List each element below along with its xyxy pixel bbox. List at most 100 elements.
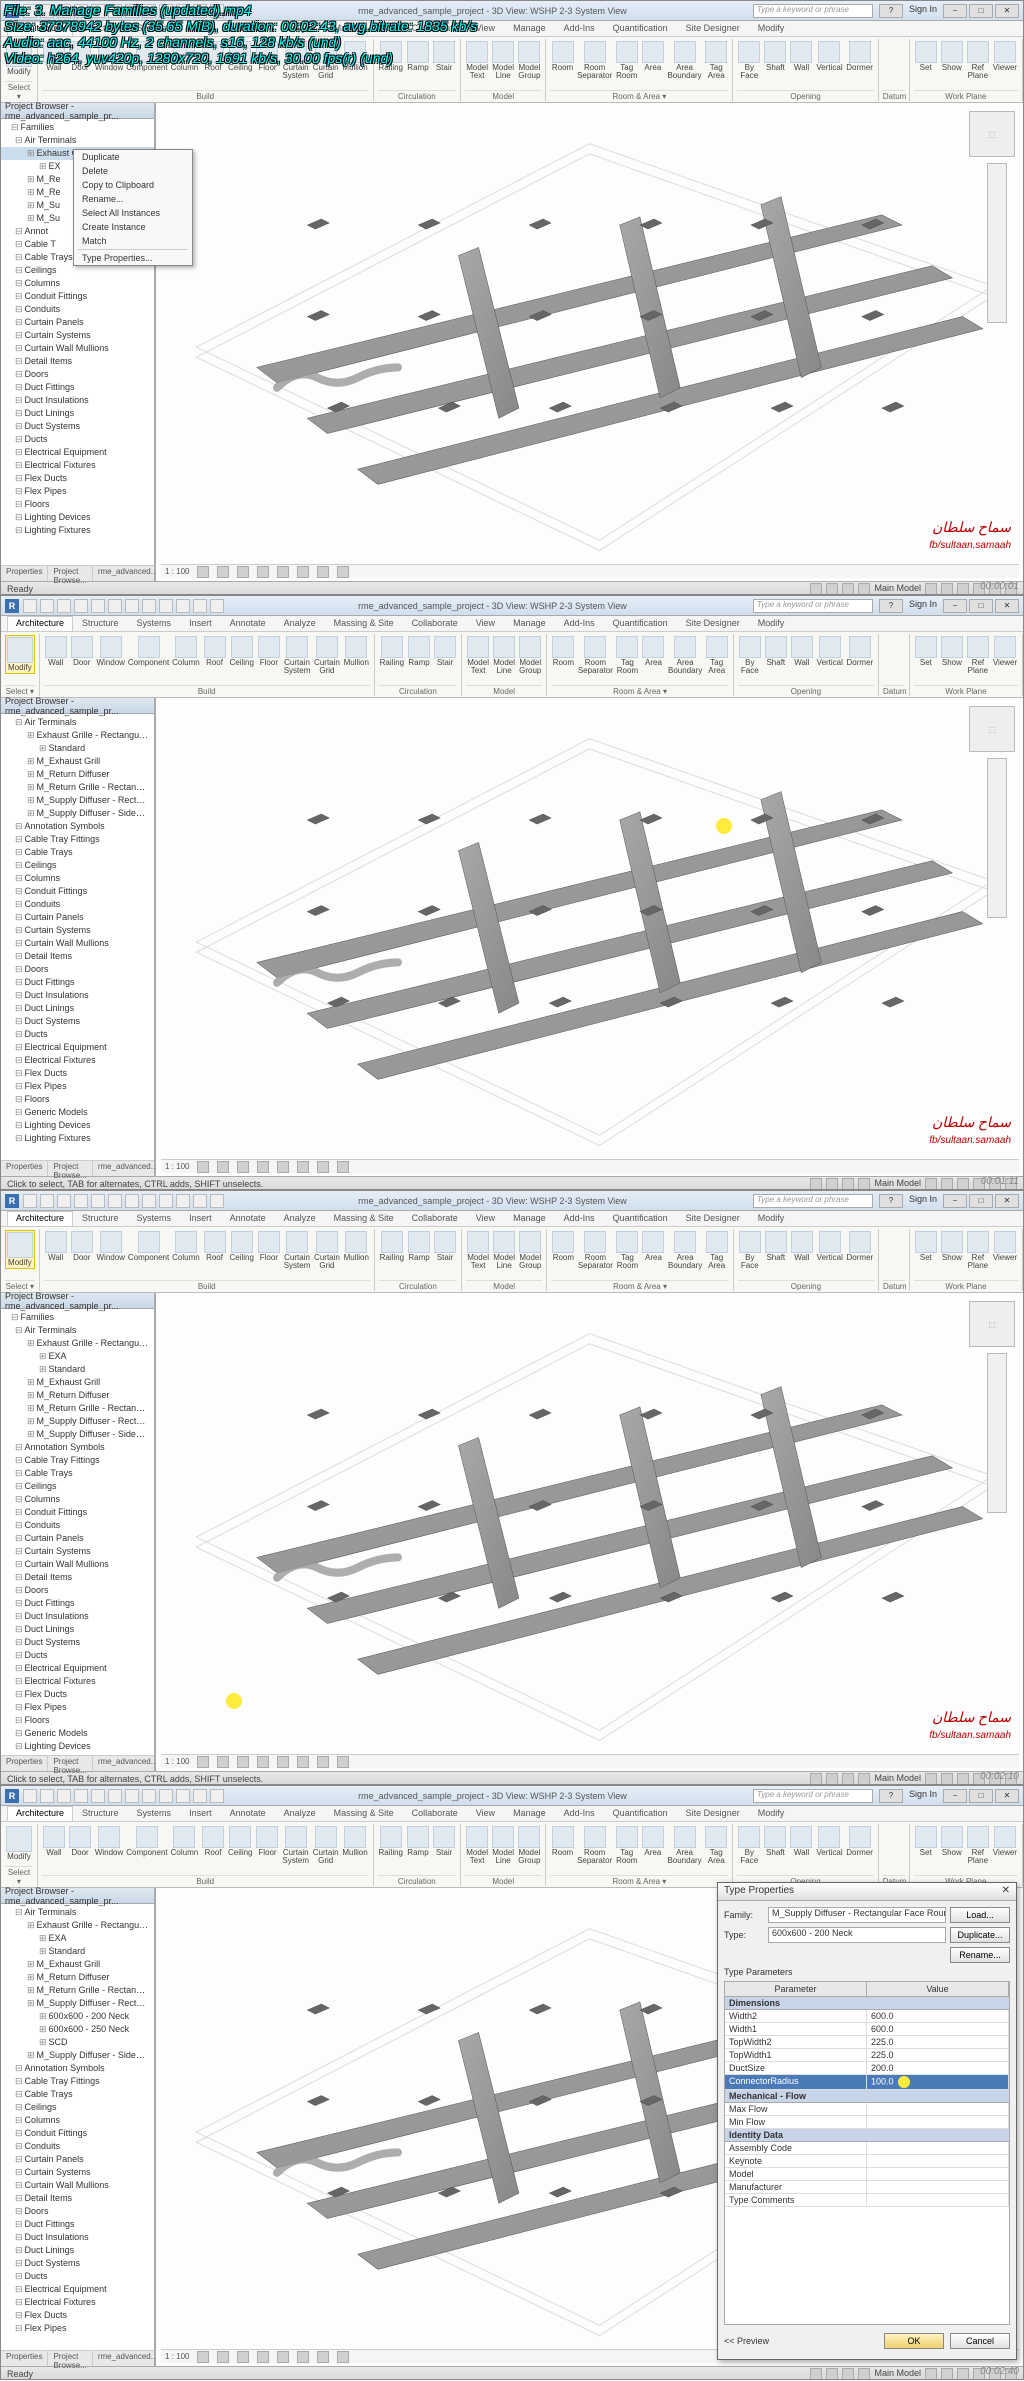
ribbon-tab-annotate[interactable]: Annotate (221, 1806, 275, 1821)
tree-item[interactable]: ⊟Lighting Fixtures (1, 1132, 154, 1145)
tree-item[interactable]: ⊞Exhaust Grille - Rectangular - F (1, 1919, 154, 1932)
param-row[interactable]: TopWidth1225.0 (725, 2049, 1009, 2062)
tree-item[interactable]: ⊟Air Terminals (1, 1324, 154, 1337)
ribbon-btn-room[interactable]: Room (551, 635, 575, 668)
ribbon-tab-view[interactable]: View (467, 1806, 504, 1821)
tree-item[interactable]: ⊞M_Supply Diffuser - Rectangul (1, 1415, 154, 1428)
ribbon-btn-model group[interactable]: ModelGroup (517, 1825, 541, 1866)
qat-button[interactable] (125, 1789, 139, 1803)
status-icon[interactable] (941, 583, 953, 595)
status-icon[interactable] (826, 2368, 838, 2380)
ribbon-btn-area boundary[interactable]: AreaBoundary (667, 40, 702, 81)
panel-tab[interactable]: rme_advanced... (93, 566, 164, 581)
tree-item[interactable]: ⊟Curtain Panels (1, 911, 154, 924)
view-control-icon[interactable] (297, 1161, 309, 1173)
ribbon-tab-quantification[interactable]: Quantification (604, 1211, 677, 1226)
view-control-icon[interactable] (257, 2351, 269, 2363)
tree-item[interactable]: ⊟Lighting Fixtures (1, 524, 154, 537)
param-row[interactable]: Assembly Code (725, 2142, 1009, 2155)
ribbon-tab-manage[interactable]: Manage (504, 1806, 555, 1821)
ribbon-tab-quantification[interactable]: Quantification (604, 1806, 677, 1821)
qat-button[interactable] (193, 599, 207, 613)
tree-item[interactable]: ⊟Conduit Fittings (1, 290, 154, 303)
ribbon-btn-tag area[interactable]: TagArea (704, 40, 728, 81)
status-icon[interactable] (858, 1773, 870, 1785)
param-row[interactable]: Max Flow (725, 2103, 1009, 2116)
ribbon-btn-area[interactable]: Area (641, 1825, 665, 1858)
ribbon-btn-railing[interactable]: Railing (379, 1230, 405, 1263)
load-button[interactable]: Load... (950, 1907, 1010, 1923)
maximize-button[interactable]: □ (969, 1194, 993, 1208)
tree-item[interactable]: ⊟Flex Ducts (1, 1067, 154, 1080)
tree-item[interactable]: ⊟Detail Items (1, 950, 154, 963)
navigation-bar[interactable] (987, 758, 1007, 918)
help-icon[interactable]: ? (879, 599, 903, 613)
tree-item[interactable]: ⊟Curtain Panels (1, 1532, 154, 1545)
status-icon[interactable] (858, 2368, 870, 2380)
ribbon-btn-show[interactable]: Show (940, 1825, 964, 1858)
ribbon-tab-architecture[interactable]: Architecture (7, 616, 73, 631)
tree-item[interactable]: ⊞M_Return Grille - Rectangular (1, 1402, 154, 1415)
ribbon-btn-model text[interactable]: ModelText (466, 1230, 490, 1271)
ribbon-tab-analyze[interactable]: Analyze (275, 616, 325, 631)
qat-button[interactable] (125, 599, 139, 613)
navigation-bar[interactable] (987, 163, 1007, 323)
tree-item[interactable]: ⊟Curtain Systems (1, 1545, 154, 1558)
param-row[interactable]: Manufacturer (725, 2181, 1009, 2194)
context-item-duplicate[interactable]: Duplicate (74, 150, 192, 164)
ribbon-tab-modify[interactable]: Modify (749, 1211, 794, 1226)
ribbon-btn-model line[interactable]: ModelLine (491, 40, 515, 81)
view-control-icon[interactable] (257, 1161, 269, 1173)
param-row[interactable]: Width2600.0 (725, 2010, 1009, 2023)
tree-item[interactable]: ⊟Ducts (1, 433, 154, 446)
param-row[interactable]: TopWidth2225.0 (725, 2036, 1009, 2049)
status-icon[interactable] (826, 1773, 838, 1785)
tree-item[interactable]: ⊞600x600 - 200 Neck (1, 2010, 154, 2023)
status-icon[interactable] (858, 1178, 870, 1190)
tree-item[interactable]: ⊟Curtain Systems (1, 924, 154, 937)
panel-tab[interactable]: Properties (1, 1756, 48, 1771)
view-control-bar[interactable]: 1 : 100 (161, 564, 1019, 578)
tree-item[interactable]: ⊟Floors (1, 1093, 154, 1106)
tree-item[interactable]: ⊟Duct Insulations (1, 1610, 154, 1623)
tree-item[interactable]: ⊟Electrical Fixtures (1, 2296, 154, 2309)
tree-item[interactable]: ⊞Standard (1, 742, 154, 755)
ribbon-btn-railing[interactable]: Railing (379, 635, 405, 668)
ribbon-btn-ceiling[interactable]: Ceiling (229, 635, 255, 668)
view-cube[interactable]: ⬚ (969, 1301, 1015, 1347)
ribbon-tab-add-ins[interactable]: Add-Ins (555, 21, 604, 36)
view-control-icon[interactable] (317, 1161, 329, 1173)
ribbon-tab-add-ins[interactable]: Add-Ins (555, 616, 604, 631)
ribbon-tab-add-ins[interactable]: Add-Ins (555, 1806, 604, 1821)
context-item-delete[interactable]: Delete (74, 164, 192, 178)
status-icon[interactable] (925, 583, 937, 595)
tree-item[interactable]: ⊟Air Terminals (1, 1906, 154, 1919)
ribbon-btn-by face[interactable]: ByFace (738, 1230, 762, 1271)
tree-item[interactable]: ⊟Curtain Systems (1, 2166, 154, 2179)
status-icon[interactable] (925, 2368, 937, 2380)
ribbon-btn-by face[interactable]: ByFace (738, 635, 762, 676)
status-icon[interactable] (810, 1178, 822, 1190)
panel-tab[interactable]: rme_advanced... (93, 1161, 164, 1176)
tree-item[interactable]: ⊟Cable Tray Fittings (1, 833, 154, 846)
status-icon[interactable] (858, 583, 870, 595)
tree-item[interactable]: ⊟Conduits (1, 1519, 154, 1532)
view-control-icon[interactable] (277, 2351, 289, 2363)
view-cube[interactable]: ⬚ (969, 111, 1015, 157)
ribbon-tab-manage[interactable]: Manage (504, 616, 555, 631)
tree-item[interactable]: ⊟Air Terminals (1, 134, 154, 147)
minimize-button[interactable]: − (943, 1194, 967, 1208)
ribbon-tab-massing & site[interactable]: Massing & Site (325, 616, 403, 631)
qat-button[interactable] (57, 1789, 71, 1803)
sign-in-link[interactable]: Sign In (905, 1789, 941, 1803)
ribbon-btn-ref plane[interactable]: RefPlane (966, 635, 990, 676)
tree[interactable]: ⊟Families⊟Air Terminals⊞Exhaust Grille -… (1, 1309, 154, 1755)
view-control-icon[interactable] (217, 1161, 229, 1173)
panel-tab[interactable]: rme_advanced... (93, 2351, 164, 2366)
status-icon[interactable] (941, 1773, 953, 1785)
ribbon-btn-model group[interactable]: ModelGroup (517, 40, 541, 81)
param-section-identity data[interactable]: Identity Data (725, 2129, 1009, 2142)
family-select[interactable]: M_Supply Diffuser - Rectangular Face Rou… (768, 1907, 946, 1923)
view-control-icon[interactable] (237, 566, 249, 578)
qat-button[interactable] (176, 1789, 190, 1803)
